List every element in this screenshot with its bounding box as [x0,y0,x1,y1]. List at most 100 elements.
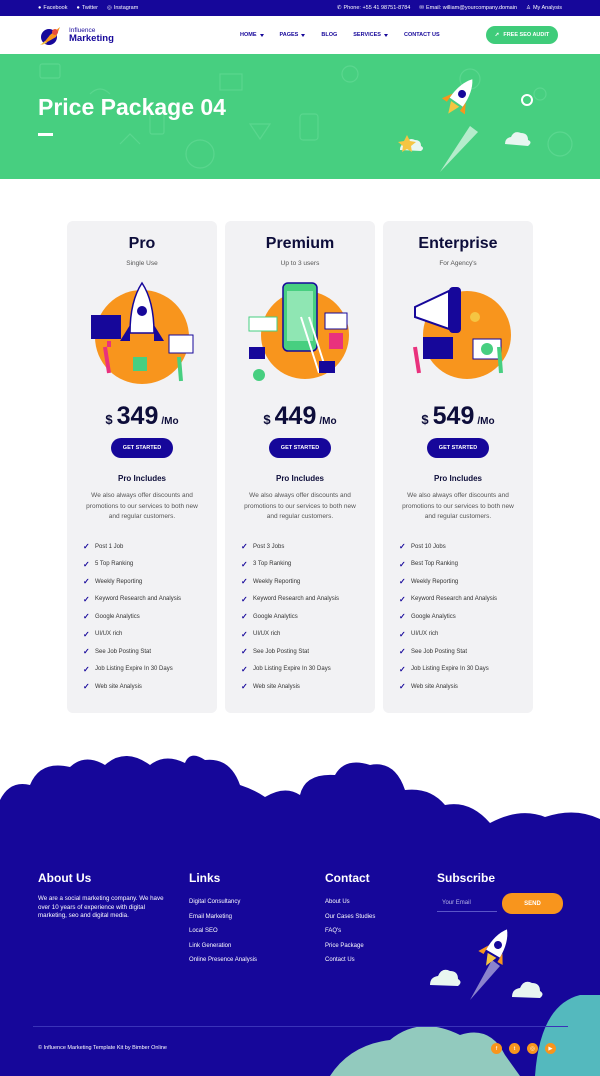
plan-description: We also always offer discounts and promo… [402,492,514,520]
contact-info: ✆ Phone: +55 41 98751-8784 ✉ Email: willia… [337,5,562,11]
check-icon: ✓ [399,629,406,639]
social-links: ● Facebook ● Twitter ◎ Instagram [38,5,138,11]
plan-price: $349/Mo [105,402,179,430]
feature-item: ✓ Weekly Reporting [83,577,143,587]
check-icon: ✓ [399,664,406,674]
contact-link[interactable]: Contact Us [325,953,375,968]
check-icon: ✓ [241,629,248,639]
send-button[interactable]: SEND [502,893,563,914]
nav-services[interactable]: SERVICES [353,32,388,38]
brand-logo[interactable]: Influence Marketing [38,23,114,47]
free-seo-audit-button[interactable]: ➚ FREE SEO AUDIT [486,26,558,44]
contact-heading: Contact [325,871,370,885]
get-started-button[interactable]: GET STARTED [427,438,489,458]
check-icon: ✓ [241,682,248,692]
rocket-icon: ➚ [494,32,500,38]
feature-item: ✓ Keyword Research and Analysis [83,594,182,604]
feature-item: ✓ Web site Analysis [399,682,458,692]
email-info[interactable]: ✉ Email: william@yourcompany.domain [419,5,517,11]
check-icon: ✓ [241,647,248,657]
contact-link[interactable]: Our Cases Studies [325,910,375,925]
check-icon: ✓ [399,682,406,692]
check-icon: ✓ [241,542,248,552]
main-navbar: Influence Marketing HOME PAGES BLOG SERV… [0,16,600,54]
pricing-card-pro: Pro Single Use $349/Mo GET STARTED Pro I… [67,221,217,713]
check-icon: ✓ [83,682,90,692]
phone-icon: ✆ [336,5,342,11]
user-icon: ♙ [526,5,531,11]
check-icon: ✓ [241,559,248,569]
check-icon: ✓ [399,594,406,604]
get-started-button[interactable]: GET STARTED [269,438,331,458]
footer-divider [33,1026,568,1027]
phone-info[interactable]: ✆ Phone: +55 41 98751-8784 [337,5,410,11]
top-bar: ● Facebook ● Twitter ◎ Instagram ✆ Phone: +5… [0,0,600,16]
feature-item: ✓ UI/UX rich [241,629,281,639]
footer-link[interactable]: Link Generation [189,939,257,954]
footer-link[interactable]: Local SEO [189,924,257,939]
nav-home[interactable]: HOME [240,32,264,38]
contact-link[interactable]: Price Package [325,939,375,954]
email-input[interactable]: Your Email [437,895,497,912]
feature-item: ✓ Web site Analysis [241,682,300,692]
facebook-link[interactable]: ● Facebook [38,5,67,11]
nav-blog[interactable]: BLOG [321,32,337,38]
plan-price: $549/Mo [421,402,495,430]
feature-list: ✓ Post 1 Job ✓ 5 Top Ranking ✓ Weekly Repor… [83,538,209,696]
footer-link[interactable]: Digital Consultancy [189,895,257,910]
plan-usage: For Agency's [439,260,477,267]
footer-links-list: Digital Consultancy Email Marketing Loca… [189,895,257,968]
instagram-link[interactable]: ◎ Instagram [107,5,138,11]
contact-link[interactable]: About Us [325,895,375,910]
feature-item: ✓ Google Analytics [399,612,456,622]
caret-down-icon [259,33,264,37]
feature-item: ✓ Job Listing Expire In 30 Days [399,664,489,674]
check-icon: ✓ [83,629,90,639]
plan-usage: Up to 3 users [280,260,320,267]
footer-link[interactable]: Email Marketing [189,910,257,925]
plan-description: We also always offer discounts and promo… [86,492,198,520]
check-icon: ✓ [83,612,90,622]
feature-item: ✓ Weekly Reporting [241,577,301,587]
envelope-icon: ✉ [419,5,424,11]
youtube-icon[interactable]: ▶ [545,1043,556,1054]
feature-item: ✓ 5 Top Ranking [83,559,134,569]
check-icon: ✓ [241,594,248,604]
twitter-icon[interactable]: t [509,1043,520,1054]
feature-item: ✓ Post 3 Jobs [241,542,285,552]
instagram-icon[interactable]: ◎ [527,1043,538,1054]
feature-item: ✓ See Job Posting Stat [83,647,152,657]
plan-name: Pro [128,235,156,252]
feature-item: ✓ 3 Top Ranking [241,559,292,569]
account-link[interactable]: ♙ My Analysis [526,5,562,11]
about-text: We are a social marketing company. We ha… [38,895,164,919]
caret-down-icon [383,33,388,37]
footer-link[interactable]: Online Presence Analysis [189,953,257,968]
instagram-icon: ◎ [107,5,112,11]
main-menu: HOME PAGES BLOG SERVICES CONTACT US [240,16,440,54]
feature-item: ✓ Job Listing Expire In 30 Days [241,664,331,674]
facebook-icon[interactable]: f [491,1043,502,1054]
feature-item: ✓ Post 10 Jobs [399,542,446,552]
feature-item: ✓ Keyword Research and Analysis [399,594,498,604]
includes-title: Pro Includes [433,474,482,483]
plan-name: Enterprise [418,235,498,252]
includes-title: Pro Includes [117,474,166,483]
nav-contact[interactable]: CONTACT US [404,32,440,38]
feature-item: ✓ Weekly Reporting [399,577,459,587]
feature-item: ✓ Best Top Ranking [399,559,458,569]
plan-name: Premium [265,235,335,252]
about-heading: About Us [38,871,92,885]
nav-pages[interactable]: PAGES [280,32,306,38]
twitter-link[interactable]: ● Twitter [76,5,98,11]
get-started-button[interactable]: GET STARTED [111,438,173,458]
feature-list: ✓ Post 3 Jobs ✓ 3 Top Ranking ✓ Weekly Repo… [241,538,367,696]
feature-item: ✓ See Job Posting Stat [399,647,468,657]
contact-link[interactable]: FAQ's [325,924,375,939]
check-icon: ✓ [241,612,248,622]
subscribe-heading: Subscribe [437,871,496,885]
feature-item: ✓ Job Listing Expire In 30 Days [83,664,173,674]
feature-item: ✓ Google Analytics [241,612,298,622]
links-heading: Links [189,871,221,885]
mobile-growth-illustration [248,282,349,381]
